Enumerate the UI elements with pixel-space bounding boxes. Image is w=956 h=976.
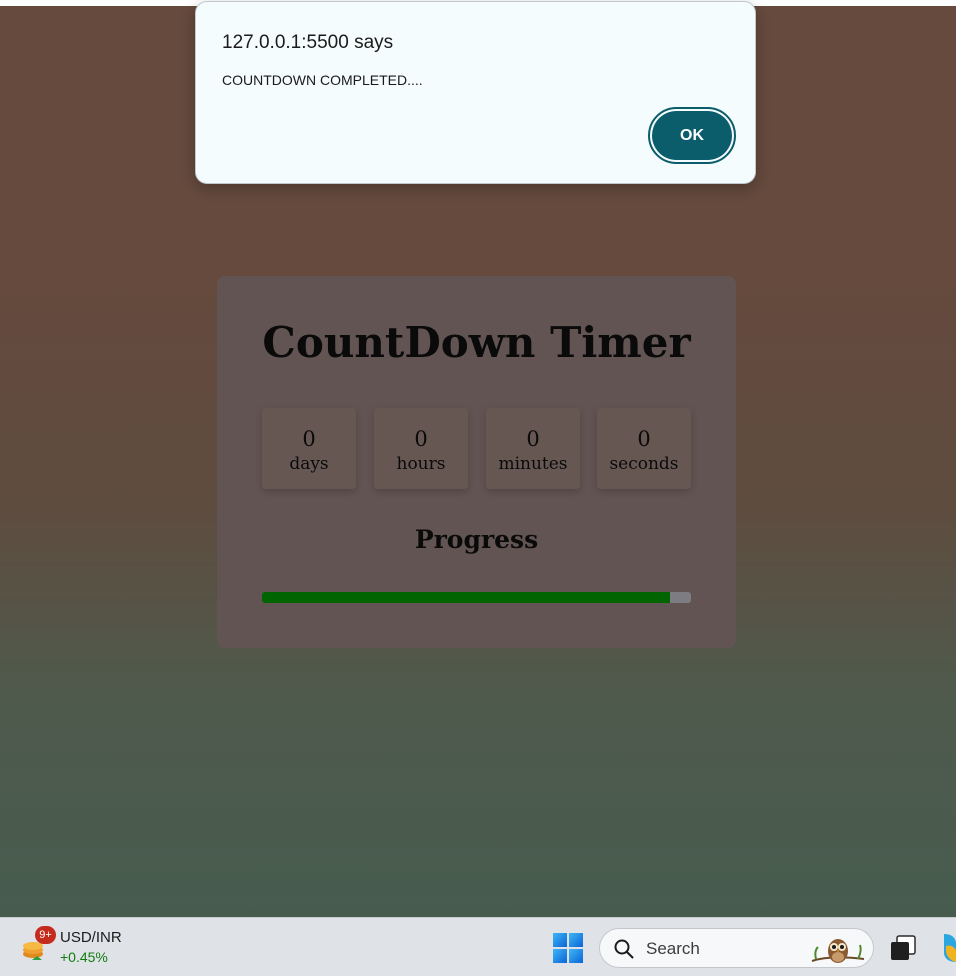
days-box: 0 days: [262, 408, 356, 489]
hours-value: 0: [414, 427, 428, 451]
windows-logo-icon[interactable]: [552, 932, 584, 964]
widget-change: +0.45%: [60, 949, 108, 965]
search-icon: [614, 939, 634, 959]
minutes-label: minutes: [498, 454, 568, 474]
days-value: 0: [302, 427, 316, 451]
task-view-icon[interactable]: [889, 934, 917, 962]
widget-title: USD/INR: [60, 929, 122, 946]
progress-fill: [262, 592, 670, 603]
dialog-title: 127.0.0.1:5500 says: [222, 32, 394, 53]
hours-box: 0 hours: [374, 408, 468, 489]
copilot-icon[interactable]: [940, 932, 956, 964]
minutes-value: 0: [526, 427, 540, 451]
ok-button-label: OK: [652, 111, 732, 160]
progress-title: Progress: [414, 525, 539, 554]
seconds-box: 0 seconds: [597, 408, 691, 489]
alert-dialog: 127.0.0.1:5500 says COUNTDOWN COMPLETED.…: [195, 1, 756, 184]
hours-label: hours: [396, 454, 446, 474]
taskbar: 9+ USD/INR +0.45% Search: [0, 917, 956, 976]
notification-badge: 9+: [35, 926, 56, 944]
dialog-message: COUNTDOWN COMPLETED....: [222, 72, 423, 88]
seconds-value: 0: [637, 427, 651, 451]
taskbar-search[interactable]: Search: [599, 928, 874, 968]
seconds-label: seconds: [609, 454, 679, 474]
page-title: CountDown Timer: [262, 318, 691, 367]
ok-button[interactable]: OK: [648, 107, 736, 164]
minutes-box: 0 minutes: [486, 408, 580, 489]
progress-bar: [262, 592, 691, 603]
countdown-card: CountDown Timer 0 days 0 hours 0 minutes…: [217, 276, 736, 648]
days-label: days: [289, 454, 329, 474]
owl-icon: [811, 939, 865, 963]
search-label: Search: [646, 939, 700, 958]
